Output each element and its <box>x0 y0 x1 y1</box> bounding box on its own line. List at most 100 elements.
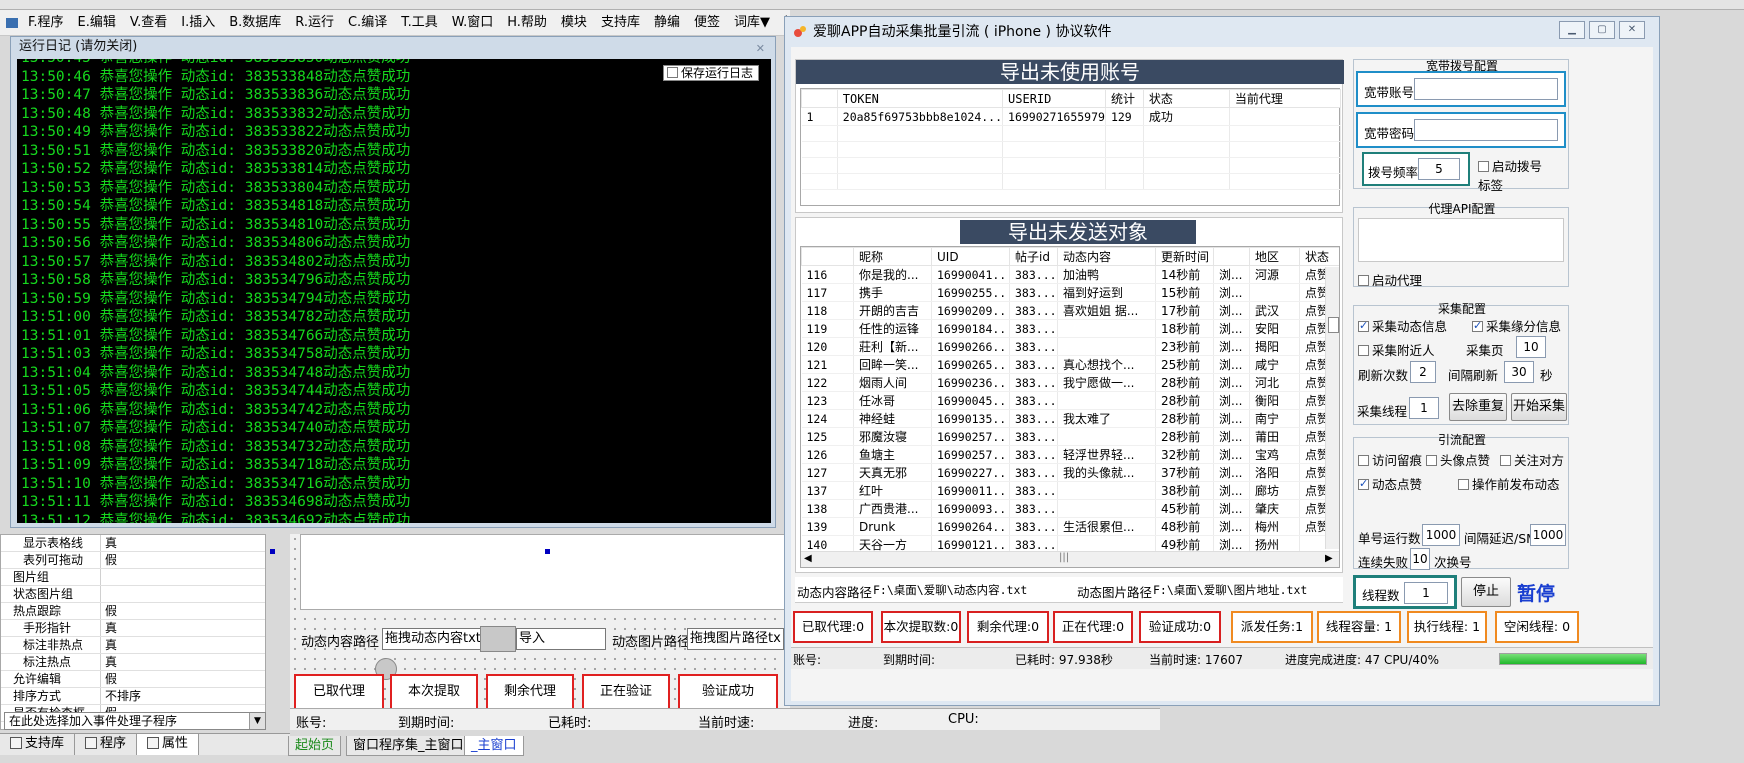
tab-properties[interactable]: 属性 <box>137 734 200 755</box>
property-value[interactable]: 假 <box>101 671 117 687</box>
visit-trace-checkbox[interactable]: 访问留痕 <box>1358 450 1422 469</box>
designer-button-0[interactable]: 已取代理 <box>294 674 384 710</box>
property-row[interactable]: 排序方式 不排序 <box>1 688 265 705</box>
designer-button-3[interactable]: 正在验证 <box>582 674 670 710</box>
close-icon[interactable]: ✕ <box>756 39 765 59</box>
save-log-checkbox[interactable]: 保存运行日志 <box>662 65 759 81</box>
table-row[interactable]: 126 鱼塘主 16990257... 383... 轻浮世界轻... 32秒前 浏... 宝… <box>801 445 1339 464</box>
table-header-cell[interactable]: 当前代理 <box>1228 89 1342 108</box>
export-unsent-header[interactable]: 导出未发送对象 <box>960 220 1196 244</box>
table-row[interactable]: 116 你是我的... 16990041... 383... 加油鸭 14秒前 浏... 河源… <box>801 265 1339 284</box>
refresh-input[interactable]: 2 <box>1410 361 1436 383</box>
ide-menu-item[interactable]: H.帮助 <box>500 10 554 35</box>
property-value[interactable]: 真 <box>101 535 117 551</box>
table-row[interactable]: 117携手16990255...383...福到好运到15秒前浏...点赞成功 <box>801 283 1339 302</box>
designer-import-input[interactable]: 导入 <box>516 628 606 650</box>
table-row[interactable]: 124神经蛙16990135...383...我太难了28秒前浏...南宁点赞成… <box>801 409 1339 428</box>
chevron-down-icon[interactable]: ▼ <box>249 713 265 729</box>
table-header-cell[interactable]: 地区 <box>1249 247 1300 266</box>
property-row[interactable]: 手形指针真 <box>1 620 265 637</box>
ide-menu-item[interactable]: F.程序 <box>21 10 71 35</box>
property-value[interactable]: 真 <box>101 654 117 670</box>
ide-menu-item[interactable]: 词库▼ <box>727 10 777 35</box>
delay-input[interactable]: 1000 <box>1530 524 1566 546</box>
post-before-checkbox[interactable]: 操作前发布动态 <box>1458 474 1560 493</box>
horizontal-scrollbar[interactable]: ◀ ||| ▶ <box>801 551 1339 567</box>
dedupe-button[interactable]: 去除重复 <box>1449 393 1507 421</box>
property-value[interactable]: 假 <box>101 552 117 568</box>
pause-button[interactable]: 暂停 <box>1517 579 1555 606</box>
table-row[interactable]: 121 回眸一笑... 16990265... 383... 真心想找个... 25秒前浏… <box>801 355 1339 374</box>
table-header-cell[interactable]: 状态 <box>1142 89 1230 108</box>
ide-menu-item[interactable]: 便签 <box>687 10 727 35</box>
table-row[interactable]: 122 烟雨人间 16990236... 383... 我宁愿做一... 28秒前 浏...… <box>801 373 1339 392</box>
ide-menu-item[interactable]: 模块 <box>554 10 594 35</box>
table-header-cell[interactable]: TOKEN <box>836 89 1004 108</box>
table-row[interactable]: 119任性的运锋16990184...383...18秒前浏...安阳点赞成功 <box>801 319 1339 338</box>
pages-input[interactable]: 10 <box>1516 336 1546 358</box>
property-row[interactable]: 表列可拖动假 <box>1 552 265 569</box>
property-value[interactable]: 不排序 <box>101 688 141 704</box>
property-row[interactable]: 状态图片组 <box>1 586 265 603</box>
follow-checkbox[interactable]: 关注对方 <box>1500 450 1564 469</box>
property-value[interactable]: 真 <box>101 620 117 636</box>
export-unused-header[interactable]: 导出未使用账号 <box>796 60 1344 84</box>
table-row[interactable]: 138广西贵港...16990093...383...45秒前浏...肇庆点赞成… <box>801 499 1339 518</box>
vertical-scrollbar[interactable] <box>1325 267 1339 549</box>
import-file-icon[interactable] <box>480 626 516 652</box>
start-collect-button[interactable]: 开始采集 <box>1511 393 1567 421</box>
ide-menu-item[interactable]: V.查看 <box>123 10 174 35</box>
app-menu-icon[interactable] <box>6 17 18 28</box>
property-row[interactable]: 允许编辑假 <box>1 671 265 688</box>
threads-input[interactable]: 1 <box>1404 582 1448 604</box>
table-row[interactable]: 118 开朗的吉吉 16990209... 383... 喜欢姐姐 据... 17秒前 浏.… <box>801 301 1339 320</box>
ide-menu-item[interactable]: W.窗口 <box>445 10 501 35</box>
table-row[interactable]: 139 Drunk 16990264... 383... 生活很累但... 48秒前 浏..… <box>801 517 1339 536</box>
fail-input[interactable]: 10 <box>1410 548 1430 570</box>
table-header-cell[interactable]: 更新时间 <box>1155 247 1214 266</box>
table-header-cell[interactable]: UID <box>931 247 1010 266</box>
property-row[interactable]: 标注非热点真 <box>1 637 265 654</box>
dial-freq-input[interactable]: 5 <box>1418 158 1460 180</box>
broadband-account-input[interactable] <box>1414 78 1558 100</box>
table-row[interactable]: 127 天真无邪 16990227... 383... 我的头像就... 37秒前 浏...… <box>801 463 1339 482</box>
table-row[interactable]: 120莊利【新...16990266...383...23秒前浏...揭阳点赞成… <box>801 337 1339 356</box>
table-header-cell[interactable]: 状态 <box>1299 247 1339 266</box>
collect-nearby-checkbox[interactable]: 采集附近人 <box>1358 340 1435 359</box>
table-header-cell[interactable]: 统计 <box>1104 89 1144 108</box>
img-path-value[interactable]: F:\桌面\爱聊\图片地址.txt <box>1153 582 1307 598</box>
start-dial-checkbox[interactable]: 启动拨号 <box>1478 156 1542 175</box>
scroll-left-icon[interactable]: ◀ <box>804 553 812 564</box>
table-header-cell[interactable]: 昵称 <box>853 247 932 266</box>
tab-program[interactable]: 程序 <box>75 734 138 755</box>
tab-start-page[interactable]: 起始页 <box>288 736 342 756</box>
designer-button-2[interactable]: 剩余代理 <box>486 674 574 710</box>
dyn-path-value[interactable]: F:\桌面\爱聊\动态内容.txt <box>873 582 1027 598</box>
start-proxy-checkbox[interactable]: 启动代理 <box>1358 270 1422 289</box>
designer-img-path-input[interactable]: 拖拽图片路径tx <box>687 628 784 650</box>
property-row[interactable]: 图片组 <box>1 569 265 586</box>
property-value[interactable]: 真 <box>101 637 117 653</box>
property-row[interactable]: 显示表格线真 <box>1 535 265 552</box>
table-row[interactable]: 1 20a85f69753bbb8e1024... 16990271655979 12… <box>801 107 1342 126</box>
stop-button[interactable]: 停止 <box>1461 577 1511 607</box>
maximize-icon[interactable]: ▢ <box>1589 21 1615 39</box>
designer-dyn-path-input[interactable]: 拖拽动态内容txt到 <box>382 628 482 650</box>
tab-window-assembly[interactable]: 窗口程序集_主窗口 <box>346 736 471 756</box>
event-select[interactable]: 在此处选择加入事件处理子程序 ▼ <box>4 712 266 730</box>
scroll-grip-icon[interactable]: ||| <box>1059 552 1069 563</box>
collect-threads-input[interactable]: 1 <box>1409 397 1439 419</box>
ide-menu-item[interactable]: C.编译 <box>341 10 394 35</box>
broadband-password-input[interactable] <box>1414 119 1558 141</box>
table-header-cell[interactable] <box>1213 247 1250 266</box>
collect-gender-checkbox[interactable]: 采集缘分信息 <box>1472 316 1561 335</box>
tab-main-window[interactable]: _主窗口 <box>464 736 524 756</box>
table-row[interactable]: 137红叶16990011...383...38秒前浏...廊坊点赞成功 <box>801 481 1339 500</box>
table-header-cell[interactable]: 动态内容 <box>1057 247 1156 266</box>
ide-menu-item[interactable]: I.插入 <box>174 10 222 35</box>
ide-menu-item[interactable]: 静编 <box>647 10 687 35</box>
collect-dynamic-checkbox[interactable]: 采集动态信息 <box>1358 316 1447 335</box>
ide-menu-item[interactable]: E.编辑 <box>71 10 123 35</box>
property-value[interactable] <box>101 569 105 585</box>
table-header-cell[interactable]: 帖子id <box>1009 247 1058 266</box>
